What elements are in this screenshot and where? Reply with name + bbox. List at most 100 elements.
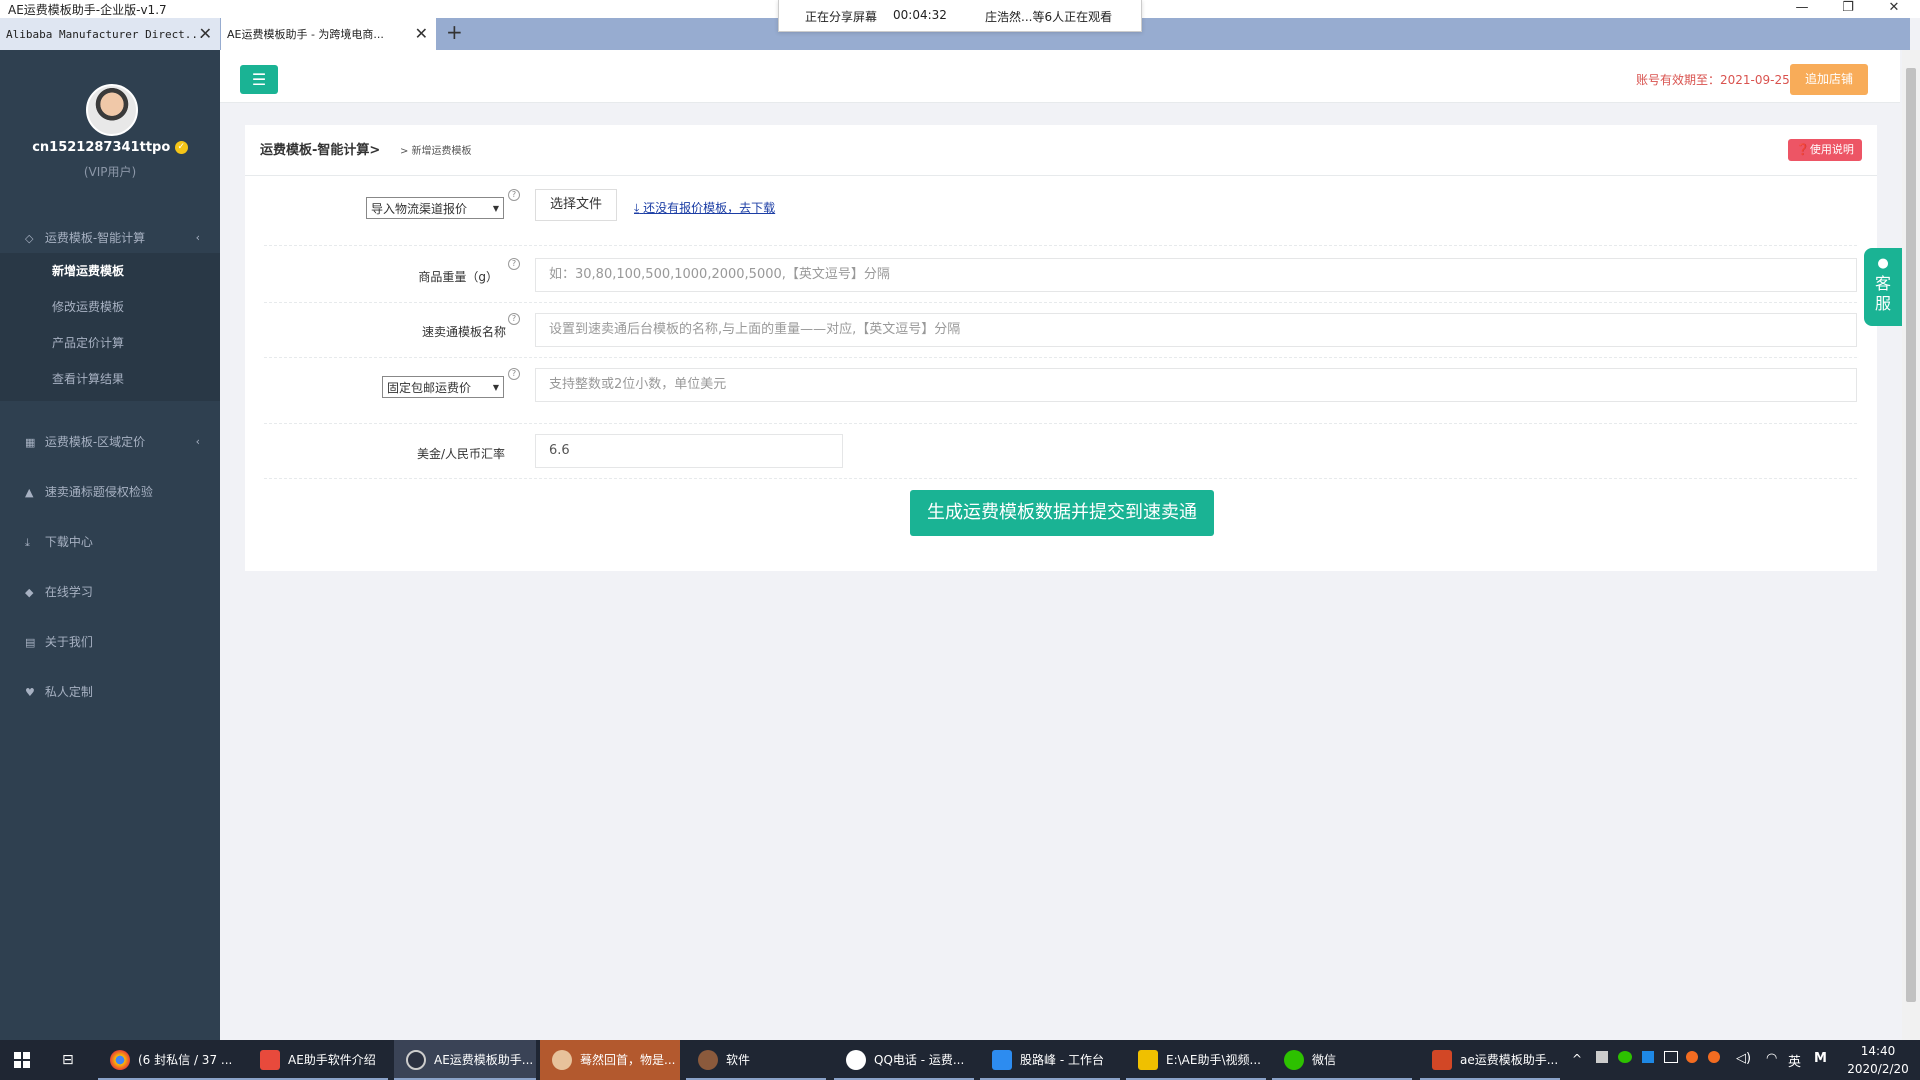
tray-expand-icon[interactable]: ^ xyxy=(1572,1052,1582,1066)
import-channel-select[interactable]: 导入物流渠道报价 ▼ xyxy=(366,197,504,219)
taskbar-item-powerpoint[interactable]: ae运费模板助手... xyxy=(1420,1040,1560,1080)
help-tooltip-icon[interactable]: ? xyxy=(508,368,520,380)
breadcrumb-section[interactable]: 运费模板-智能计算> xyxy=(260,139,380,158)
close-window-button[interactable]: ✕ xyxy=(1874,0,1914,18)
scrollbar-thumb[interactable] xyxy=(1906,68,1916,1002)
calculator-icon: ▦ xyxy=(25,436,36,449)
ime-mode-icon[interactable]: M xyxy=(1814,1051,1827,1066)
taskbar-label: AE运费模板助手... xyxy=(434,1053,534,1067)
windows-start-icon[interactable] xyxy=(14,1052,30,1068)
clock-date: 2020/2/20 xyxy=(1847,1062,1909,1076)
submenu-item-new-template[interactable]: 新增运费模板 xyxy=(0,253,220,289)
sidebar-item-custom[interactable]: ♥ 私人定制 xyxy=(0,672,220,712)
submit-button[interactable]: 生成运费模板数据并提交到速卖通 xyxy=(910,490,1214,536)
sidebar-item-learning[interactable]: ◆ 在线学习 xyxy=(0,572,220,612)
tab-close-icon[interactable]: ✕ xyxy=(415,18,428,50)
submenu-item-results[interactable]: 查看计算结果 xyxy=(0,361,220,397)
powerpoint-icon xyxy=(1432,1050,1452,1070)
tab-close-icon[interactable]: ✕ xyxy=(199,18,212,50)
chevron-left-icon: ‹ xyxy=(195,231,200,244)
share-status: 正在分享屏幕 xyxy=(805,10,878,24)
clock-time: 14:40 xyxy=(1860,1044,1896,1058)
share-timer: 00:04:32 xyxy=(893,8,947,22)
taskbar-item-chrome[interactable]: (6 封私信 / 37 ... xyxy=(98,1040,248,1080)
new-tab-button[interactable]: + xyxy=(446,20,463,44)
taskbar-label: E:\AE助手\视频... xyxy=(1166,1053,1261,1067)
tab-alibaba[interactable]: Alibaba Manufacturer Direct... ✕ xyxy=(0,18,220,50)
customer-service-button[interactable]: ● 客 服 xyxy=(1864,248,1902,326)
select-value: 固定包邮运费价 xyxy=(387,381,472,395)
screen-share-banner: 正在分享屏幕 00:04:32 庄浩然...等6人正在观看 xyxy=(778,0,1142,32)
sidebar-item-label: 运费模板-区域定价 xyxy=(44,435,146,449)
sidebar-item-about[interactable]: ▤ 关于我们 xyxy=(0,622,220,662)
username: cn1521287341ttpo ✓ xyxy=(0,140,220,155)
weight-input[interactable]: 如：30,80,100,500,1000,2000,5000,【英文逗号】分隔 xyxy=(535,258,1857,292)
choose-file-button[interactable]: 选择文件 xyxy=(535,189,617,221)
taskbar-item-qq-call[interactable]: QQ电话 - 运费... xyxy=(834,1040,974,1080)
app-icon xyxy=(260,1050,280,1070)
taskbar-item-workbench[interactable]: 股路峰 - 工作台 xyxy=(980,1040,1120,1080)
system-clock[interactable]: 14:40 2020/2/20 xyxy=(1846,1042,1910,1078)
breadcrumb-page: > 新增运费模板 xyxy=(400,146,472,157)
id-card-icon: ▤ xyxy=(25,636,36,649)
sidebar-item-title-check[interactable]: ▲ 速卖通标题侵权检验 xyxy=(0,472,220,512)
template-name-input[interactable]: 设置到速卖通后台模板的名称,与上面的重量——对应,【英文逗号】分隔 xyxy=(535,313,1857,347)
divider xyxy=(264,357,1857,358)
help-button[interactable]: ❓使用说明 xyxy=(1788,139,1862,161)
battery-icon[interactable] xyxy=(1664,1051,1678,1063)
submenu: 新增运费模板 修改运费模板 产品定价计算 查看计算结果 xyxy=(0,253,220,401)
task-view-icon[interactable]: ⊟ xyxy=(62,1052,74,1068)
qq-tray-icon[interactable] xyxy=(1686,1051,1698,1063)
shipping-price-input[interactable]: 支持整数或2位小数，单位美元 xyxy=(535,368,1857,402)
help-tooltip-icon[interactable]: ? xyxy=(508,313,520,325)
download-icon: ⤓ xyxy=(25,536,30,549)
user-tier: (VIP用户) xyxy=(83,165,137,179)
sidebar-item-label: 关于我们 xyxy=(44,635,93,649)
select-value: 导入物流渠道报价 xyxy=(371,202,468,216)
sidebar-item-label: 在线学习 xyxy=(44,585,93,599)
template-name-label: 速卖通模板名称 xyxy=(421,325,506,339)
avatar xyxy=(86,84,138,136)
menu-toggle-button[interactable]: ☰ xyxy=(240,65,278,94)
help-button-label: 使用说明 xyxy=(1809,143,1854,156)
sidebar-item-freight-smart[interactable]: ◇ 运费模板-智能计算 ‹ xyxy=(0,218,220,258)
taskbar: ⊟ (6 封私信 / 37 ... AE助手软件介绍 AE运费模板助手... 蓦… xyxy=(0,1040,1920,1080)
tray-app-icon[interactable] xyxy=(1642,1051,1654,1063)
download-template-link[interactable]: ⤓ 还没有报价模板，去下载 xyxy=(634,199,775,216)
help-tooltip-icon[interactable]: ? xyxy=(508,258,520,270)
sidebar-item-label: 下载中心 xyxy=(44,535,93,549)
taskbar-item-explorer[interactable]: E:\AE助手\视频... xyxy=(1126,1040,1266,1080)
taskbar-item-wechat[interactable]: 微信 xyxy=(1272,1040,1412,1080)
taskbar-item-music[interactable]: 蓦然回首，物是... xyxy=(540,1040,680,1080)
wifi-icon[interactable]: ◠ xyxy=(1766,1051,1777,1066)
taskbar-item-ae-intro[interactable]: AE助手软件介绍 xyxy=(248,1040,388,1080)
taskbar-item-software[interactable]: 软件 xyxy=(686,1040,826,1080)
taskbar-item-ae-helper[interactable]: AE运费模板助手... xyxy=(394,1040,536,1080)
qq-tray-icon[interactable] xyxy=(1708,1051,1720,1063)
sidebar-item-label: 私人定制 xyxy=(44,685,93,699)
taskbar-label: (6 封私信 / 37 ... xyxy=(138,1053,233,1067)
add-shop-button[interactable]: 追加店铺 xyxy=(1790,64,1868,95)
sidebar-item-downloads[interactable]: ⤓ 下载中心 xyxy=(0,522,220,562)
taskbar-label: 蓦然回首，物是... xyxy=(580,1053,676,1067)
restore-button[interactable]: ❐ xyxy=(1828,0,1868,18)
exchange-rate-input[interactable]: 6.6 xyxy=(535,434,843,468)
sidebar-item-freight-region[interactable]: ▦ 运费模板-区域定价 ‹ xyxy=(0,422,220,462)
download-link-text: 还没有报价模板，去下载 xyxy=(643,201,776,215)
divider xyxy=(264,478,1857,479)
verified-icon: ✓ xyxy=(174,141,188,154)
share-viewers: 庄浩然...等6人正在观看 xyxy=(985,10,1113,24)
submenu-item-pricing[interactable]: 产品定价计算 xyxy=(0,325,220,361)
wechat-tray-icon[interactable] xyxy=(1618,1051,1632,1063)
minimize-button[interactable]: — xyxy=(1782,0,1822,18)
volume-icon[interactable]: ◁) xyxy=(1736,1051,1751,1066)
tray-app-icon[interactable] xyxy=(1596,1051,1608,1063)
tab-ae-helper[interactable]: AE运费模板助手 - 为跨境电商... ✕ xyxy=(221,18,436,50)
shipping-type-select[interactable]: 固定包邮运费价 ▼ xyxy=(382,376,504,398)
app-icon xyxy=(992,1050,1012,1070)
submenu-item-edit-template[interactable]: 修改运费模板 xyxy=(0,289,220,325)
taskbar-label: 股路峰 - 工作台 xyxy=(1020,1053,1104,1067)
ime-indicator[interactable]: 英 xyxy=(1788,1051,1801,1070)
help-tooltip-icon[interactable]: ? xyxy=(508,189,520,201)
heart-icon: ♥ xyxy=(25,686,35,699)
